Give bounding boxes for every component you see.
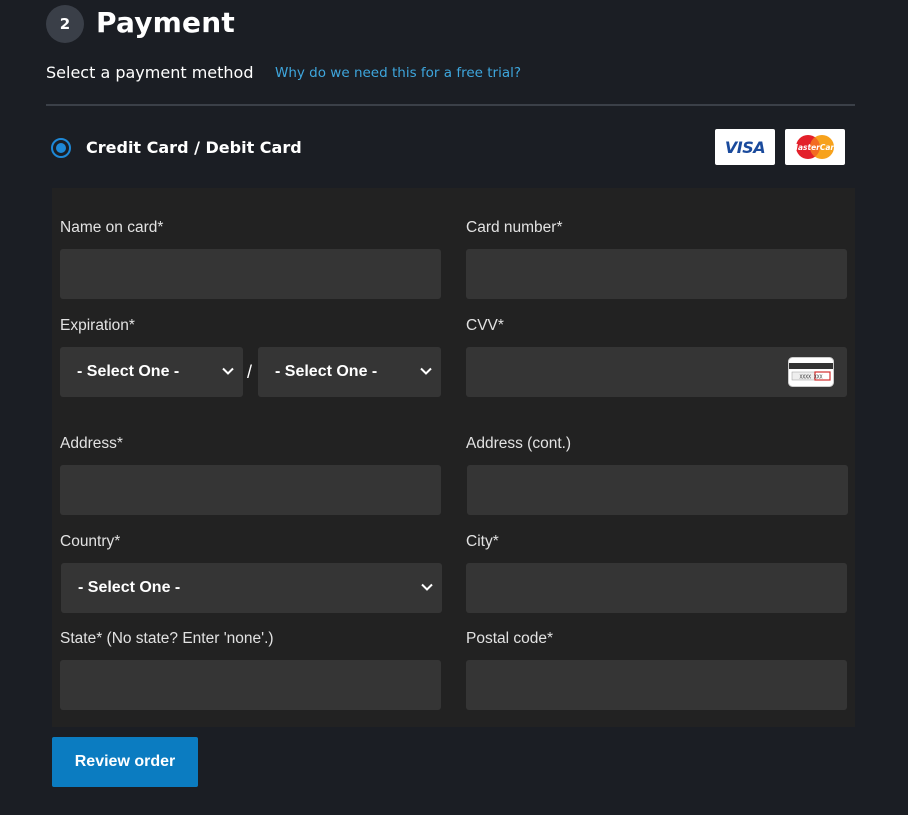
free-trial-help-link[interactable]: Why do we need this for a free trial? <box>275 65 521 81</box>
payment-method-subtitle: Select a payment method <box>46 63 254 82</box>
card-back-icon: XXXX XXX <box>788 357 834 387</box>
review-order-button[interactable]: Review order <box>52 737 198 787</box>
divider <box>46 104 855 106</box>
mastercard-logo: MasterCard <box>785 129 845 165</box>
mastercard-logo-text: MasterCard <box>791 143 841 152</box>
name-on-card-input[interactable] <box>60 249 441 299</box>
country-value: - Select One - <box>78 579 181 596</box>
card-number-label: Card number* <box>466 219 563 236</box>
expiration-label: Expiration* <box>60 317 135 334</box>
country-label: Country* <box>60 533 121 550</box>
step-badge: 2 <box>46 5 84 43</box>
expiration-month-select[interactable]: - Select One - <box>60 347 243 397</box>
page-title: Payment <box>96 6 235 39</box>
postal-code-label: Postal code* <box>466 630 554 647</box>
cvv-label: CVV* <box>466 317 504 334</box>
expiration-year-value: - Select One - <box>275 363 378 380</box>
mastercard-icon: MasterCard <box>791 135 841 159</box>
country-select[interactable]: - Select One - <box>61 563 442 613</box>
credit-card-option-label[interactable]: Credit Card / Debit Card <box>86 138 302 157</box>
expiration-month-value: - Select One - <box>77 363 180 380</box>
visa-logo: VISA <box>715 129 775 165</box>
name-on-card-label: Name on card* <box>60 219 164 236</box>
address-cont-input[interactable] <box>467 465 848 515</box>
expiration-year-select[interactable]: - Select One - <box>258 347 441 397</box>
chevron-down-icon <box>420 367 432 375</box>
address-label: Address* <box>60 435 123 452</box>
card-number-input[interactable] <box>466 249 847 299</box>
chevron-down-icon <box>222 367 234 375</box>
state-input[interactable] <box>60 660 441 710</box>
address-cont-label: Address (cont.) <box>466 435 572 452</box>
chevron-down-icon <box>421 583 433 591</box>
city-input[interactable] <box>466 563 847 613</box>
address-input[interactable] <box>60 465 441 515</box>
cvv-icon-text: XXXX XXX <box>799 375 822 381</box>
visa-logo-text: VISA <box>724 137 766 157</box>
expiration-separator: / <box>247 362 253 382</box>
credit-card-radio[interactable] <box>51 138 71 158</box>
postal-code-input[interactable] <box>466 660 847 710</box>
city-label: City* <box>466 533 499 550</box>
state-label: State* (No state? Enter 'none'.) <box>60 630 274 647</box>
